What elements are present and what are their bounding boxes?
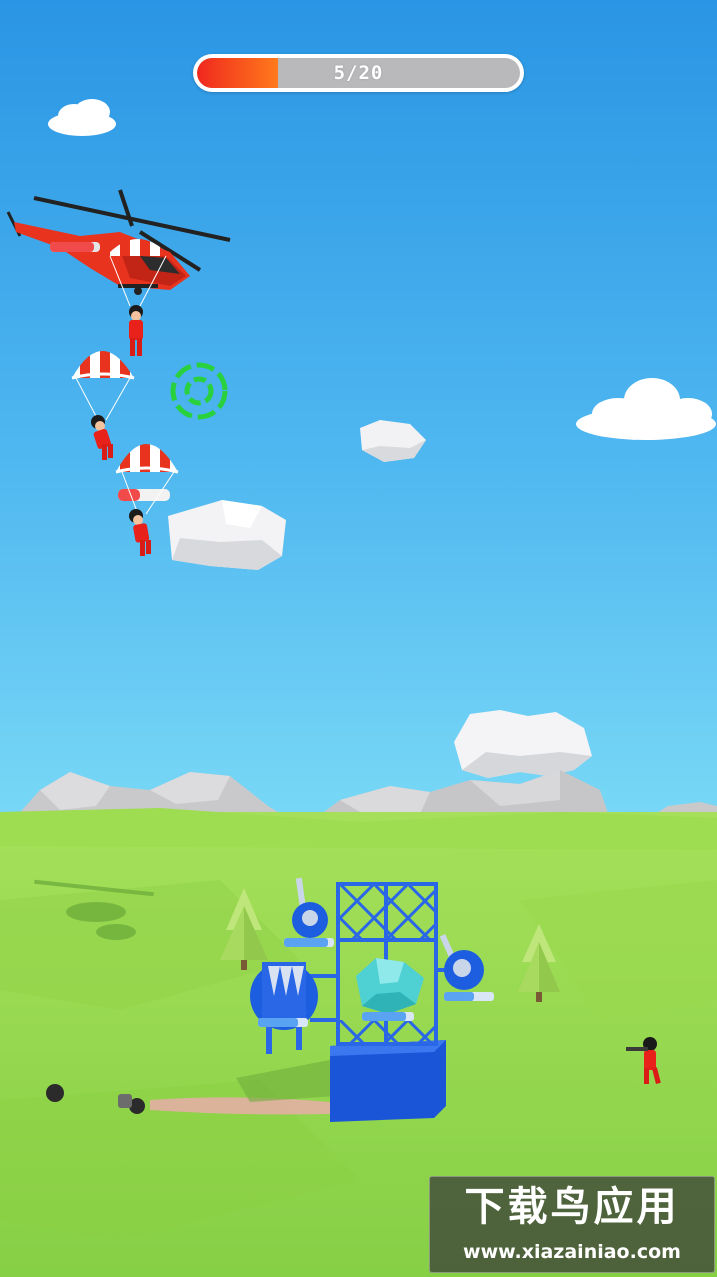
watermark-title: 下载鸟应用 <box>464 1184 680 1230</box>
watermark-url: www.xiazainiao.com <box>463 1241 681 1263</box>
game-scene[interactable]: 5/20 下载鸟应用 www.xiazainiao.com <box>0 0 717 1277</box>
progress-track: 5/20 <box>197 58 520 88</box>
progress-label: 5/20 <box>333 62 384 84</box>
game-world[interactable] <box>0 0 717 1277</box>
watermark: 下载鸟应用 www.xiazainiao.com <box>429 1176 715 1273</box>
wave-progress-bar: 5/20 <box>193 54 524 92</box>
